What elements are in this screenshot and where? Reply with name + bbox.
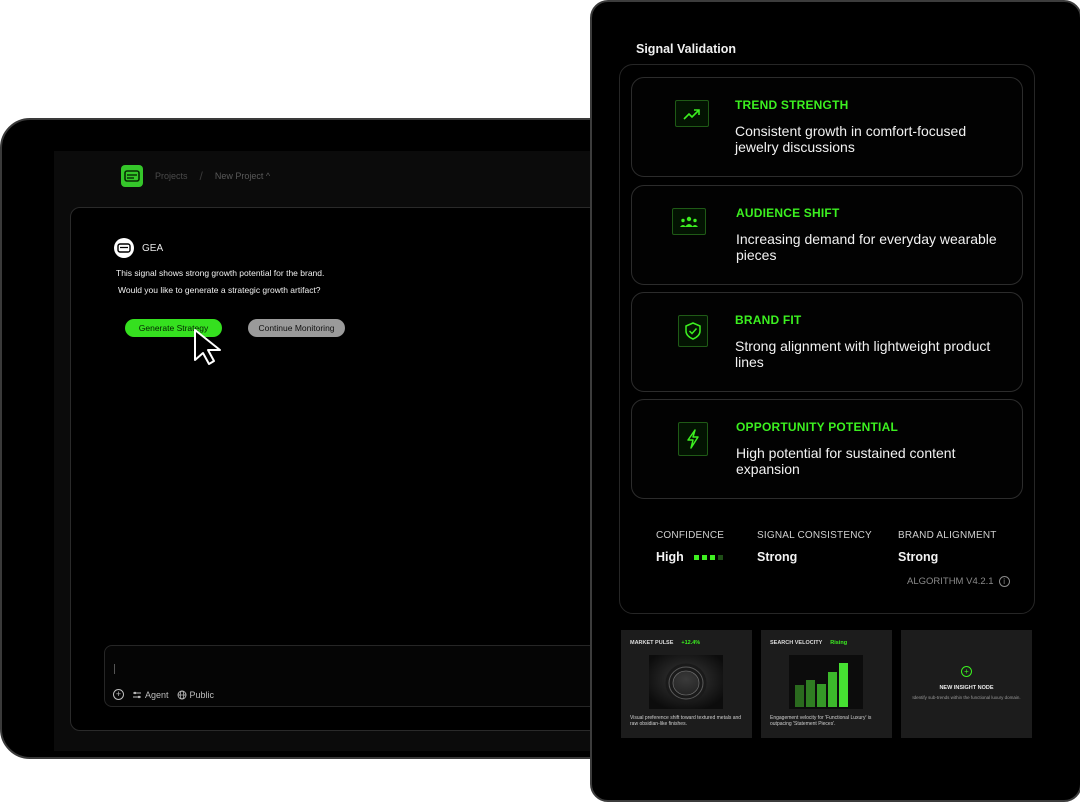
- algorithm-version: ALGORITHM V4.2.1 i: [907, 576, 1010, 587]
- tile-market-pulse[interactable]: MARKET PULSE +12.4% Visual preference sh…: [621, 630, 752, 738]
- metric-signal-consistency: SIGNAL CONSISTENCY Strong: [757, 530, 872, 564]
- card-title: AUDIENCE SHIFT: [736, 206, 840, 220]
- breadcrumb: Projects / New Project ^: [121, 165, 270, 187]
- agent-message-line-1: This signal shows strong growth potentia…: [116, 268, 325, 278]
- card-description: High potential for sustained content exp…: [736, 445, 956, 477]
- insight-title: NEW INSIGHT NODE: [939, 685, 994, 691]
- audience-icon: [672, 208, 706, 235]
- chevron-up-icon: ^: [265, 171, 271, 181]
- card-description: Increasing demand for everyday wearable …: [736, 231, 997, 263]
- agent-mode-label: Agent: [145, 689, 169, 700]
- metric-value-row: High: [656, 550, 724, 564]
- card-description: Consistent growth in comfort-focused jew…: [735, 123, 967, 155]
- trend-up-icon: [675, 100, 709, 127]
- metric-value: High: [656, 550, 684, 564]
- page-title: Signal Validation: [636, 42, 737, 56]
- confidence-bar-segment: [701, 554, 707, 560]
- tile-search-velocity[interactable]: SEARCH VELOCITY Rising Engagement veloci…: [761, 630, 892, 738]
- app-logo-icon[interactable]: [121, 165, 143, 187]
- confidence-level-bars: [693, 554, 723, 560]
- tile-header: SEARCH VELOCITY Rising: [770, 640, 847, 646]
- lightning-icon: [678, 422, 708, 456]
- add-insight-icon[interactable]: +: [961, 666, 972, 677]
- agent-name: GEA: [142, 242, 164, 254]
- insight-node-content: + NEW INSIGHT NODE Identify sub-trends w…: [901, 666, 1032, 701]
- chat-app: Projects / New Project ^ GEA This signal…: [54, 151, 638, 751]
- agent-mode-toggle[interactable]: Agent: [132, 690, 169, 700]
- card-title: BRAND FIT: [735, 313, 802, 327]
- signal-card-brand-fit[interactable]: BRAND FIT Strong alignment with lightwei…: [631, 292, 1023, 392]
- card-title: OPPORTUNITY POTENTIAL: [736, 420, 898, 434]
- add-attachment-icon[interactable]: +: [113, 689, 124, 700]
- agent-mode-icon: [133, 691, 141, 698]
- tile-new-insight-node[interactable]: + NEW INSIGHT NODE Identify sub-trends w…: [901, 630, 1032, 738]
- tile-status: Rising: [830, 640, 848, 646]
- signal-card-opportunity-potential[interactable]: OPPORTUNITY POTENTIAL High potential for…: [631, 399, 1023, 499]
- mouse-pointer-icon: [194, 329, 221, 365]
- metric-value: Strong: [757, 550, 798, 564]
- signal-validation-device: Signal Validation TREND STRENGTH Consist…: [590, 0, 1080, 802]
- algorithm-label: ALGORITHM V4.2.1: [907, 576, 994, 587]
- info-icon[interactable]: i: [998, 576, 1010, 587]
- tile-title: SEARCH VELOCITY: [770, 640, 823, 646]
- ring-image: [649, 655, 723, 709]
- metric-label: SIGNAL CONSISTENCY: [757, 530, 872, 541]
- signal-card-trend-strength[interactable]: TREND STRENGTH Consistent growth in comf…: [631, 77, 1023, 177]
- card-description: Strong alignment with lightweight produc…: [735, 338, 991, 370]
- tile-caption: Visual preference shift toward textured …: [630, 715, 742, 727]
- globe-icon: [177, 690, 186, 699]
- metric-value: Strong: [898, 550, 939, 564]
- visibility-label: Public: [189, 689, 215, 700]
- velocity-bars-image: [789, 655, 863, 709]
- agent-avatar-icon: [114, 238, 134, 258]
- card-title: TREND STRENGTH: [735, 98, 849, 112]
- insight-description: Identify sub-trends within the functiona…: [912, 695, 1021, 700]
- message-composer[interactable]: + Agent Public: [104, 645, 638, 707]
- text-caret: [114, 664, 115, 674]
- tile-delta: +12.4%: [681, 640, 701, 646]
- confidence-bar-segment: [717, 554, 723, 560]
- composer-toolbar: + Agent Public: [113, 689, 214, 700]
- continue-monitoring-button[interactable]: Continue Monitoring: [248, 319, 345, 337]
- tile-caption: Engagement velocity for 'Functional Luxu…: [770, 715, 872, 727]
- metric-label: CONFIDENCE: [656, 530, 725, 541]
- confidence-bar-segment: [693, 554, 699, 560]
- shield-check-icon: [678, 315, 708, 347]
- metric-confidence: CONFIDENCE High: [656, 530, 724, 564]
- metric-brand-alignment: BRAND ALIGNMENT Strong: [898, 530, 997, 564]
- breadcrumb-separator: /: [199, 169, 203, 183]
- breadcrumb-current-label: New Project: [214, 171, 264, 181]
- agent-message-line-2: Would you like to generate a strategic g…: [118, 285, 321, 295]
- tile-title: MARKET PULSE: [630, 640, 674, 646]
- confidence-bar-segment: [709, 554, 715, 560]
- breadcrumb-projects[interactable]: Projects: [155, 171, 188, 181]
- metric-label: BRAND ALIGNMENT: [898, 530, 997, 541]
- tile-header: MARKET PULSE +12.4%: [630, 640, 700, 646]
- chat-panel: GEA This signal shows strong growth pote…: [70, 207, 638, 731]
- chat-device: Projects / New Project ^ GEA This signal…: [0, 118, 640, 759]
- visibility-toggle[interactable]: Public: [177, 689, 215, 700]
- breadcrumb-current[interactable]: New Project ^: [215, 171, 270, 181]
- agent-header: GEA: [114, 238, 163, 258]
- signal-validation-panel: TREND STRENGTH Consistent growth in comf…: [619, 64, 1035, 614]
- signal-card-audience-shift[interactable]: AUDIENCE SHIFT Increasing demand for eve…: [631, 185, 1023, 285]
